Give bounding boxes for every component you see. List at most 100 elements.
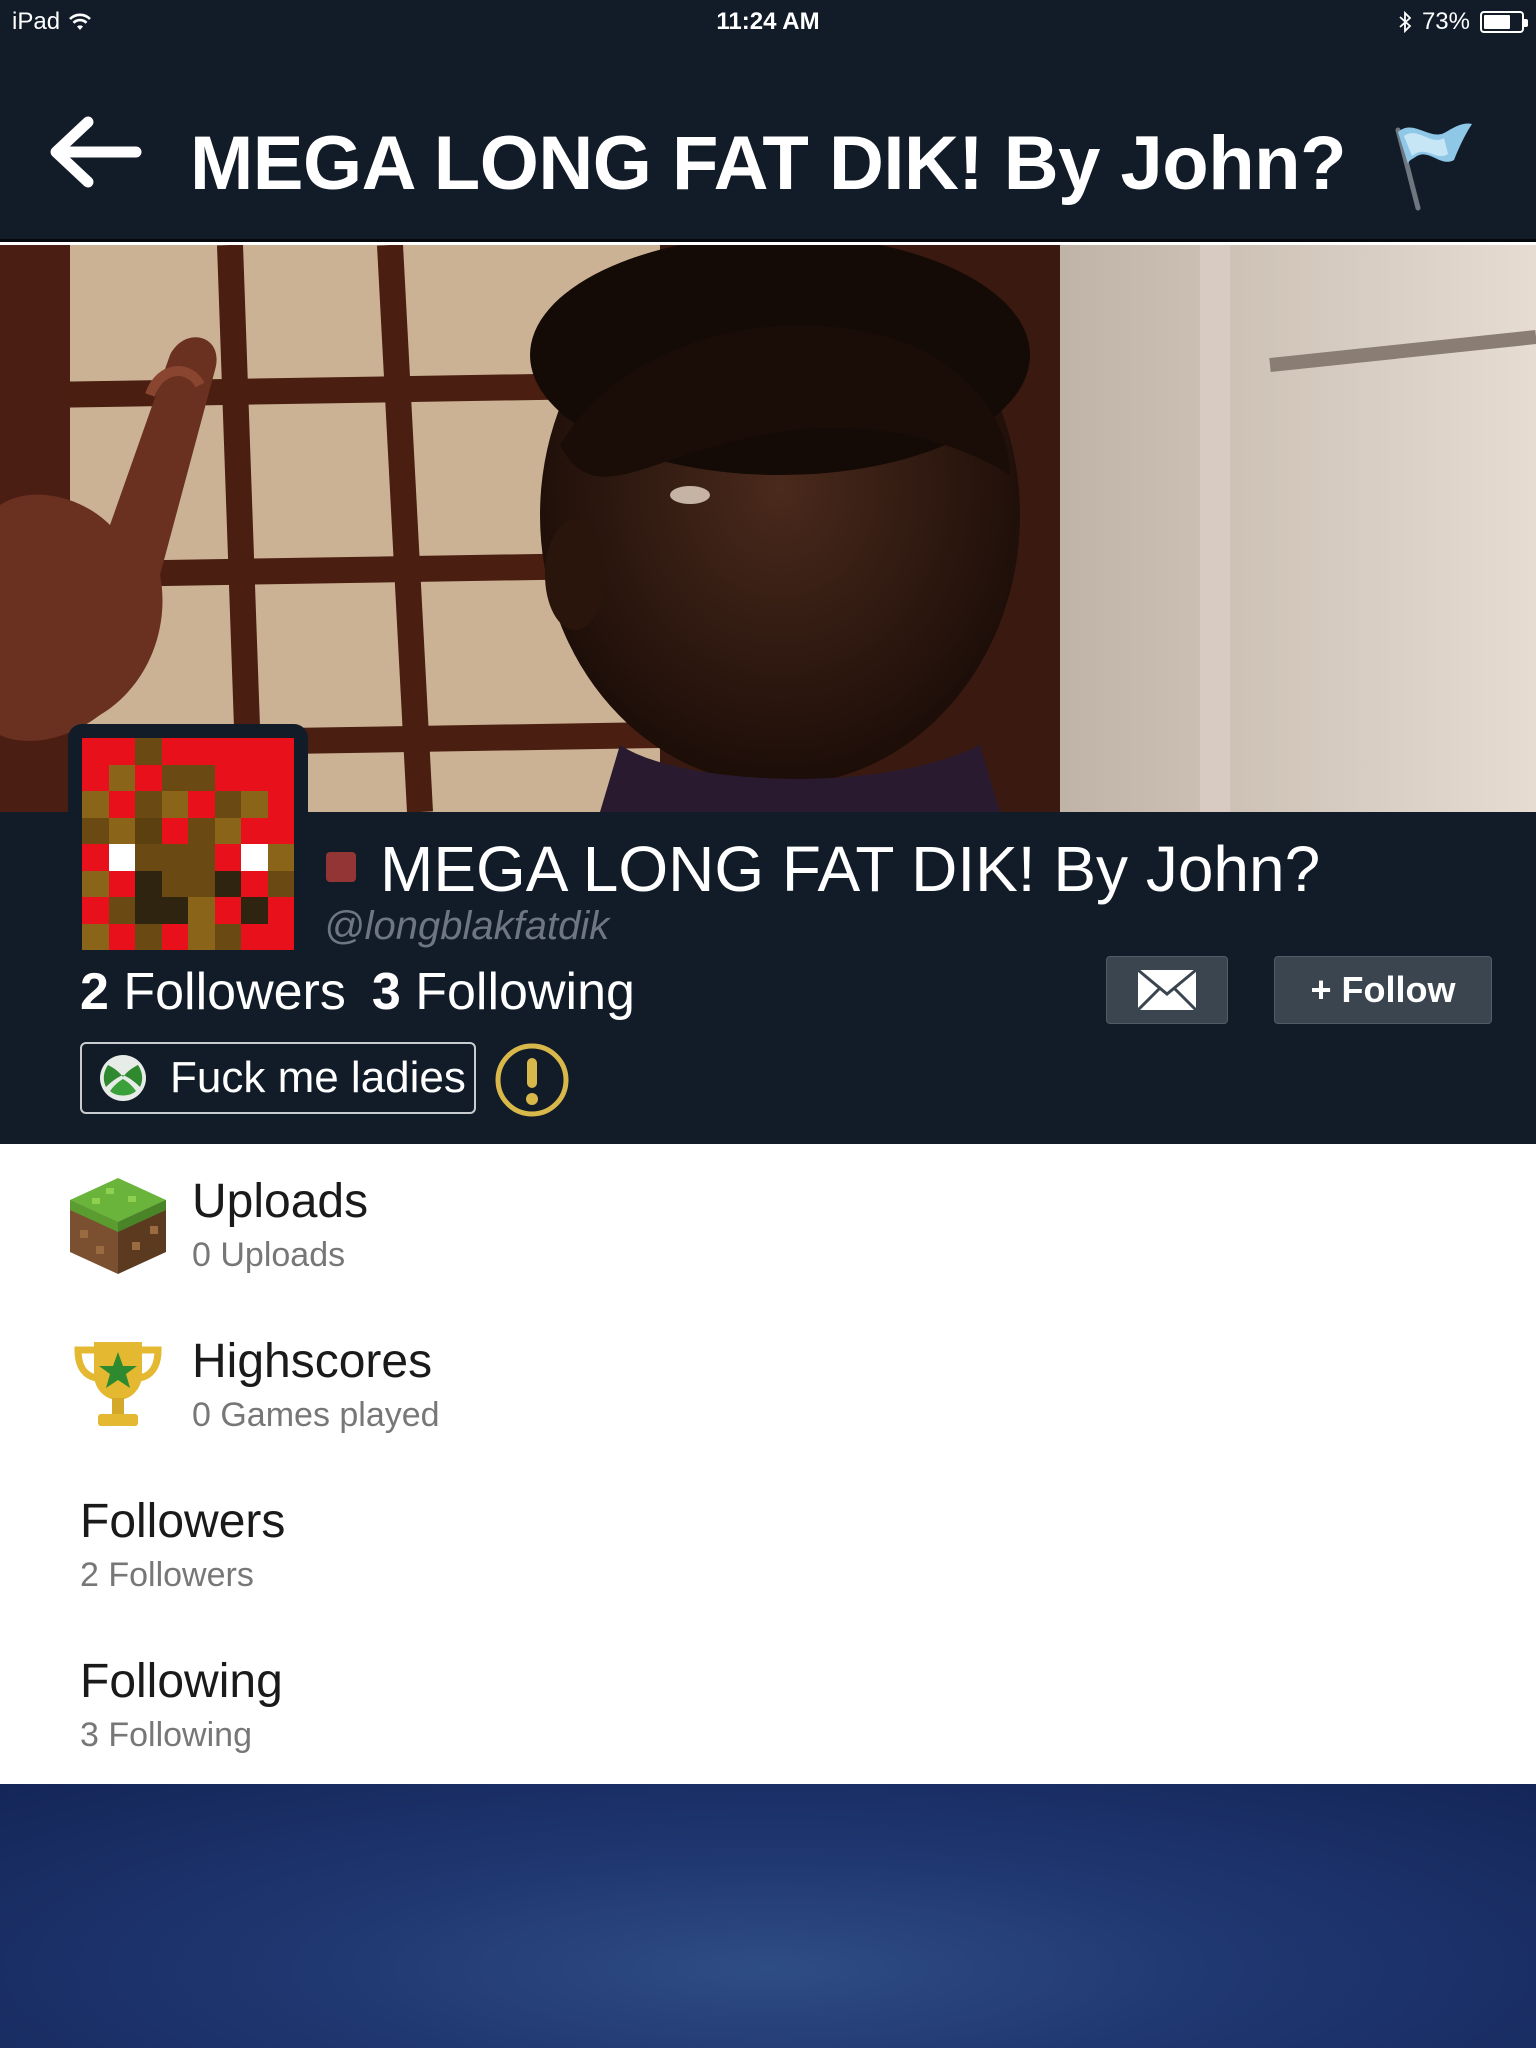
empty-background <box>0 1784 1536 2048</box>
avatar-pixel <box>214 764 241 791</box>
avatar-pixel <box>214 897 241 924</box>
following-subtitle: 3 Following <box>80 1716 252 1754</box>
avatar-pixel <box>135 844 162 871</box>
avatar-pixel <box>108 738 135 765</box>
highscores-subtitle: 0 Games played <box>192 1396 440 1434</box>
trophy-icon <box>74 1342 162 1426</box>
gamertag-label: Fuck me ladies <box>170 1053 466 1102</box>
avatar-pixel <box>214 844 241 871</box>
avatar-pixel <box>161 923 188 950</box>
avatar-pixel <box>267 791 294 818</box>
highscores-title: Highscores <box>192 1335 433 1388</box>
flag-icon <box>1395 123 1472 211</box>
follow-stats: 2 Followers 3 Following <box>80 962 635 1022</box>
message-button[interactable] <box>1106 956 1228 1024</box>
followers-stat[interactable]: 2 Followers <box>80 963 346 1021</box>
xbox-icon <box>100 1055 146 1101</box>
avatar-pixel <box>82 764 109 791</box>
avatar-pixel <box>108 923 135 950</box>
avatar-pixel <box>241 738 268 765</box>
status-time: 11:24 AM <box>716 8 820 35</box>
avatar-pixel <box>188 764 215 791</box>
report-alert-button[interactable] <box>494 1042 570 1118</box>
profile-display-name: MEGA LONG FAT DIK! By John? <box>380 833 1321 905</box>
list-item-uploads[interactable]: Uploads 0 Uploads <box>0 1144 1536 1304</box>
back-arrow-icon <box>50 116 142 188</box>
avatar-pixel <box>188 870 215 897</box>
avatar-pixel <box>161 791 188 818</box>
uploads-subtitle: 0 Uploads <box>192 1236 346 1274</box>
avatar-pixel <box>267 870 294 897</box>
avatar-pixel <box>82 817 109 844</box>
list-item-followers[interactable]: Followers 2 Followers <box>0 1464 1536 1624</box>
uploads-title: Uploads <box>192 1175 369 1228</box>
status-bar: iPad 11:24 AM 73% <box>0 0 1536 42</box>
avatar-pixel <box>241 923 268 950</box>
following-stat[interactable]: 3 Following <box>372 963 635 1021</box>
avatar-pixel <box>161 738 188 765</box>
status-indicator <box>326 852 356 882</box>
avatar-pixel <box>188 897 215 924</box>
avatar-pixel <box>135 738 162 765</box>
avatar-pixel <box>82 844 109 871</box>
followers-count: 2 <box>80 963 109 1021</box>
page-title: MEGA LONG FAT DIK! By John? <box>190 121 1347 206</box>
followers-subtitle: 2 Followers <box>80 1556 254 1594</box>
bluetooth-icon <box>1399 11 1412 33</box>
envelope-icon <box>1136 968 1198 1012</box>
follow-button[interactable]: + Follow <box>1274 956 1492 1024</box>
avatar-pixel <box>161 897 188 924</box>
avatar-pixel <box>188 791 215 818</box>
exclamation-icon <box>495 1043 569 1117</box>
avatar-pixel <box>135 870 162 897</box>
avatar-pixel <box>241 844 268 871</box>
avatar-pixel <box>241 897 268 924</box>
avatar-pixel <box>267 738 294 765</box>
avatar-pixel <box>82 738 109 765</box>
avatar-pixel <box>267 897 294 924</box>
avatar-pixel <box>135 897 162 924</box>
avatar-pixel <box>135 791 162 818</box>
avatar-pixel <box>108 817 135 844</box>
back-button[interactable] <box>44 112 144 192</box>
avatar-pixel <box>82 791 109 818</box>
avatar-pixel <box>214 870 241 897</box>
gamertag-badge[interactable]: Fuck me ladies <box>80 1042 476 1114</box>
avatar-pixel <box>214 817 241 844</box>
avatar-pixel <box>108 791 135 818</box>
avatar-pixel <box>188 738 215 765</box>
avatar-pixel <box>188 817 215 844</box>
avatar-pixel <box>214 923 241 950</box>
avatar-pixel <box>241 870 268 897</box>
report-flag-button[interactable] <box>1384 114 1484 214</box>
grass-block-icon <box>70 1178 166 1274</box>
avatar-pixel <box>135 764 162 791</box>
battery-percent: 73% <box>1421 8 1470 35</box>
avatar-pixel <box>267 923 294 950</box>
avatar-pixel <box>161 870 188 897</box>
avatar-pixel <box>161 817 188 844</box>
avatar-pixel <box>267 844 294 871</box>
following-title: Following <box>80 1655 283 1708</box>
avatar-pixel <box>188 844 215 871</box>
avatar-pixel <box>241 764 268 791</box>
avatar-pixel <box>108 764 135 791</box>
profile-handle: @longblakfatdik <box>324 904 610 948</box>
avatar-pixel <box>82 923 109 950</box>
followers-stat-label: Followers <box>123 963 346 1021</box>
avatar-pixel <box>241 791 268 818</box>
avatar[interactable] <box>68 724 308 964</box>
avatar-pixel <box>214 791 241 818</box>
avatar-pixel <box>108 870 135 897</box>
avatar-pixel <box>267 817 294 844</box>
avatar-pixel <box>135 923 162 950</box>
avatar-pixel <box>267 764 294 791</box>
avatar-pixel <box>161 844 188 871</box>
followers-title: Followers <box>80 1495 286 1548</box>
list-item-highscores[interactable]: Highscores 0 Games played <box>0 1304 1536 1464</box>
avatar-pixel <box>135 817 162 844</box>
avatar-pixel <box>82 870 109 897</box>
list-item-following[interactable]: Following 3 Following <box>0 1624 1536 1784</box>
avatar-pixel <box>108 897 135 924</box>
avatar-pixel <box>108 844 135 871</box>
